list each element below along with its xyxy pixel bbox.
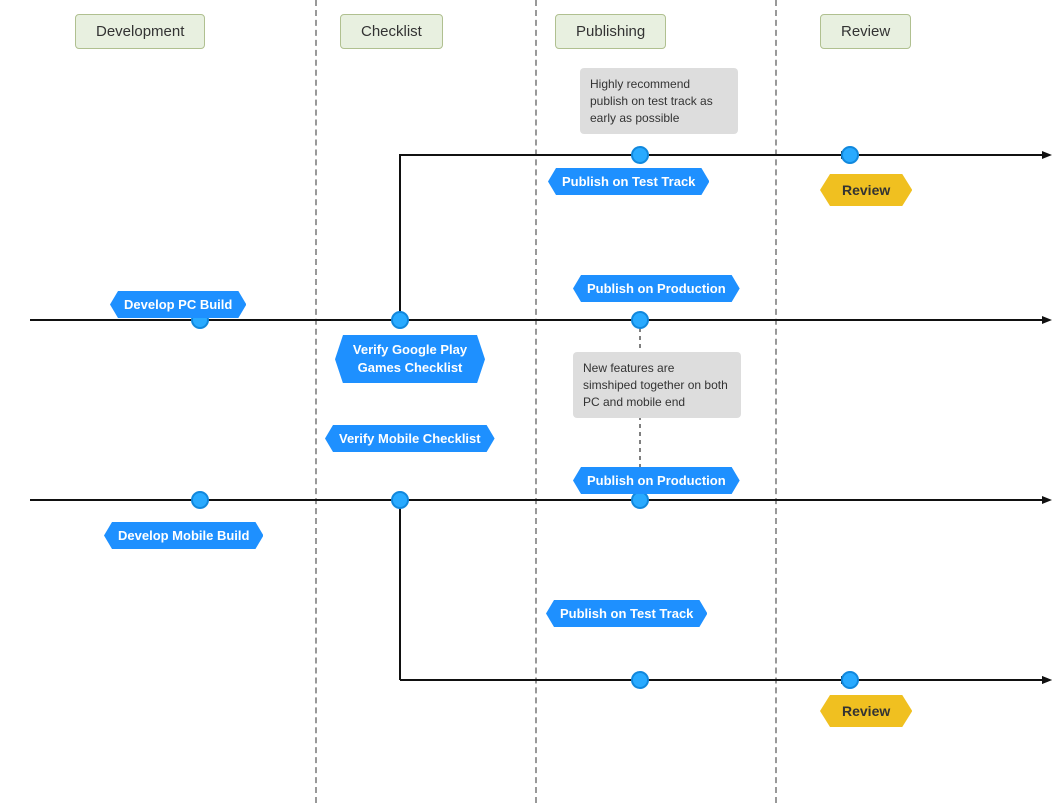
node-6 [191, 491, 209, 509]
note-simship: New features are simshiped together on b… [573, 352, 741, 418]
diagram: Development Checklist Publishing Review … [0, 0, 1057, 803]
review-label-1: Review [820, 174, 912, 206]
header-checklist: Checklist [340, 14, 443, 49]
task-develop-mobile: Develop Mobile Build [104, 522, 263, 549]
task-publish-test-1: Publish on Test Track [548, 168, 709, 195]
header-review: Review [820, 14, 911, 49]
node-4 [841, 146, 859, 164]
vline-2 [535, 0, 537, 803]
note-recommend: Highly recommend publish on test track a… [580, 68, 738, 134]
node-10 [841, 671, 859, 689]
task-verify-gp-text: Verify Google Play Games Checklist [353, 342, 467, 375]
connectors [0, 0, 1057, 803]
review-label-2: Review [820, 695, 912, 727]
task-verify-mobile: Verify Mobile Checklist [325, 425, 495, 452]
node-5 [631, 146, 649, 164]
task-develop-pc: Develop PC Build [110, 291, 246, 318]
task-publish-test-2: Publish on Test Track [546, 600, 707, 627]
header-development: Development [75, 14, 205, 49]
task-publish-prod-2: Publish on Production [573, 467, 740, 494]
vline-3 [775, 0, 777, 803]
node-2 [391, 311, 409, 329]
header-publishing: Publishing [555, 14, 666, 49]
node-3 [631, 311, 649, 329]
node-9 [631, 671, 649, 689]
task-publish-prod-1: Publish on Production [573, 275, 740, 302]
task-verify-gp: Verify Google Play Games Checklist [335, 335, 485, 383]
node-7 [391, 491, 409, 509]
vline-1 [315, 0, 317, 803]
